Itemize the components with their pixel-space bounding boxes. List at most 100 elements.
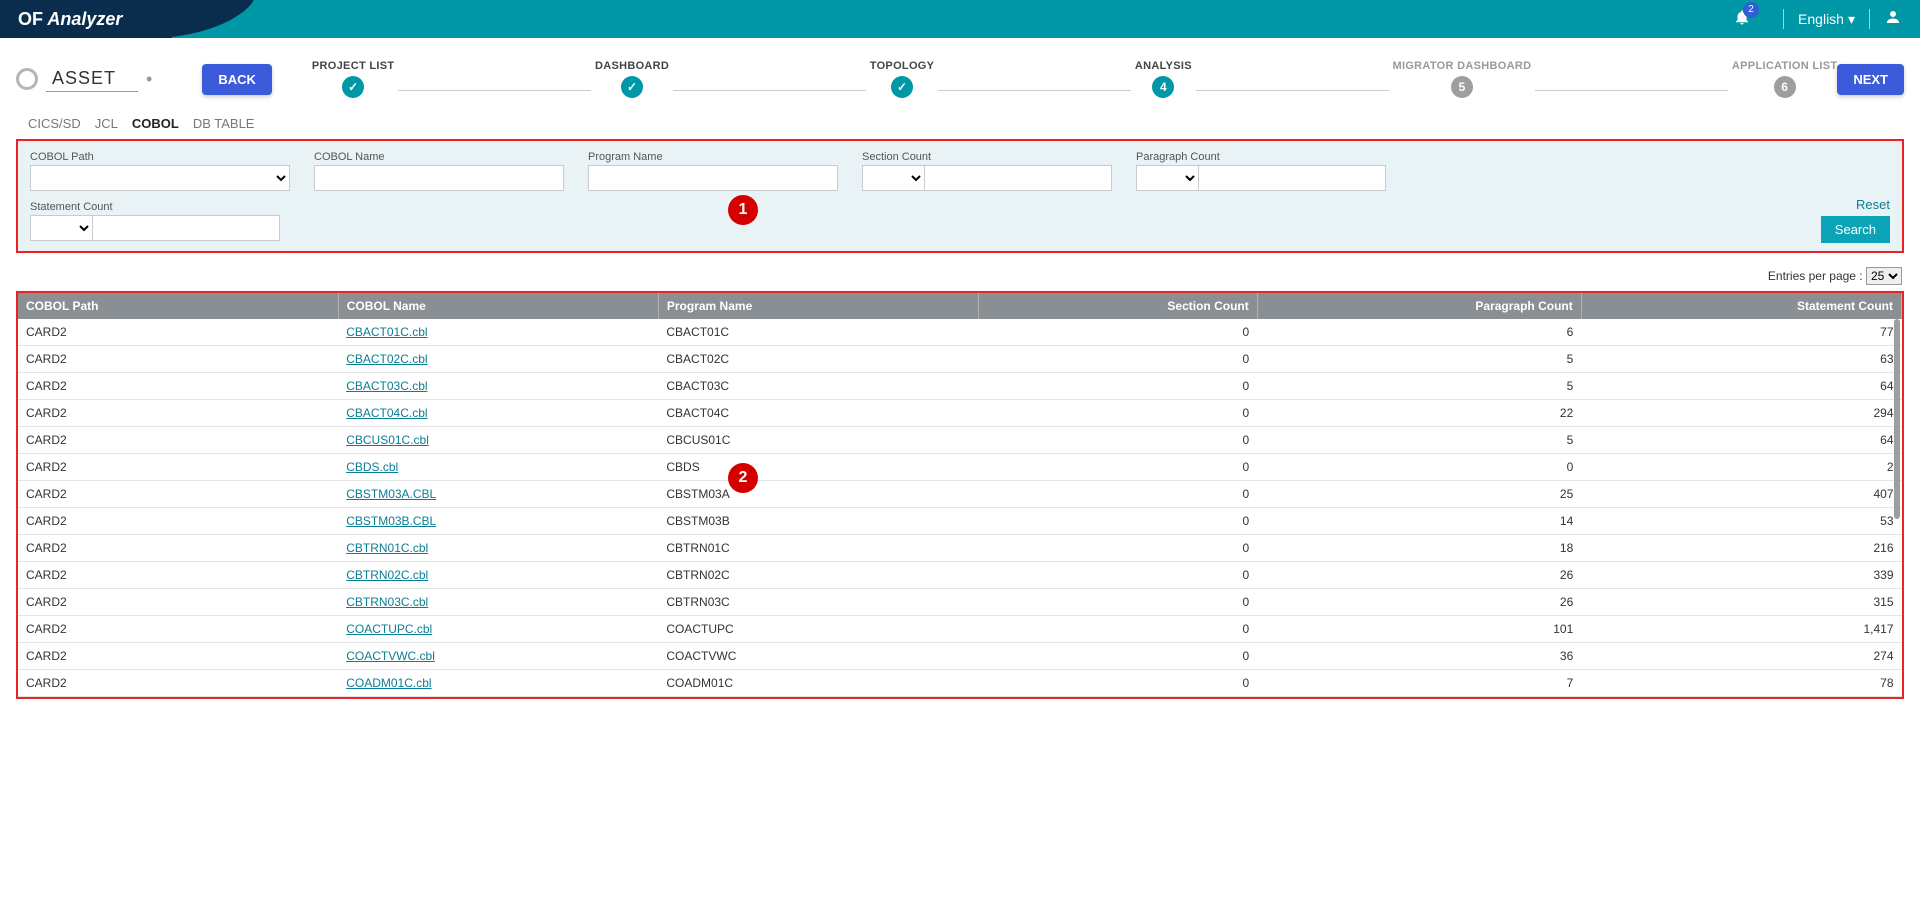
language-dropdown[interactable]: English ▾	[1798, 11, 1855, 28]
cell: CBTRN01C.cbl	[338, 535, 658, 562]
brand-analyzer: Analyzer	[47, 9, 122, 29]
cobol-name-link[interactable]: CBACT04C.cbl	[346, 406, 427, 420]
section-count-label: Section Count	[862, 151, 1112, 163]
step-analysis[interactable]: ANALYSIS4	[1135, 60, 1192, 98]
cobol-name-link[interactable]: CBACT03C.cbl	[346, 379, 427, 393]
table-row: CARD2CBDS.cblCBDS002	[18, 454, 1902, 481]
cell: CBACT01C.cbl	[338, 319, 658, 346]
subtab-db-table[interactable]: DB TABLE	[193, 116, 255, 131]
check-icon: ✓	[891, 76, 913, 98]
cobol-name-link[interactable]: COACTVWC.cbl	[346, 649, 435, 663]
cobol-name-link[interactable]: COADM01C.cbl	[346, 676, 431, 690]
cell: 0	[979, 616, 1258, 643]
cobol-name-link[interactable]: CBDS.cbl	[346, 460, 398, 474]
cell: 18	[1257, 535, 1581, 562]
cobol-name-input[interactable]	[314, 165, 564, 191]
cell: 339	[1581, 562, 1901, 589]
check-icon: ✓	[621, 76, 643, 98]
cell: 2	[1581, 454, 1901, 481]
cobol-name-link[interactable]: CBSTM03A.CBL	[346, 487, 436, 501]
col-cobol-path[interactable]: COBOL Path	[18, 293, 338, 319]
subtab-jcl[interactable]: JCL	[95, 116, 118, 131]
filter-panel: COBOL Path COBOL Name Program Name Secti…	[16, 139, 1904, 253]
cell: 36	[1257, 643, 1581, 670]
cell: CARD2	[18, 643, 338, 670]
cell: COADM01C	[658, 670, 978, 697]
col-program-name[interactable]: Program Name	[658, 293, 978, 319]
section-count-input[interactable]	[924, 165, 1112, 191]
cell: CBACT02C.cbl	[338, 346, 658, 373]
col-cobol-name[interactable]: COBOL Name	[338, 293, 658, 319]
statement-count-input[interactable]	[92, 215, 280, 241]
cell: CBACT03C	[658, 373, 978, 400]
paragraph-count-input[interactable]	[1198, 165, 1386, 191]
step-migrator-dashboard[interactable]: MIGRATOR DASHBOARD5	[1393, 60, 1532, 98]
cobol-name-link[interactable]: COACTUPC.cbl	[346, 622, 432, 636]
cell: 294	[1581, 400, 1901, 427]
back-button[interactable]: BACK	[202, 64, 272, 95]
statement-count-op[interactable]	[30, 215, 92, 241]
cell: 0	[979, 481, 1258, 508]
next-button[interactable]: NEXT	[1837, 64, 1904, 95]
cell: 0	[979, 319, 1258, 346]
cell: 5	[1257, 346, 1581, 373]
cell: 0	[979, 373, 1258, 400]
program-name-input[interactable]	[588, 165, 838, 191]
step-label: MIGRATOR DASHBOARD	[1393, 60, 1532, 72]
col-section-count[interactable]: Section Count	[979, 293, 1258, 319]
cobol-name-link[interactable]: CBTRN03C.cbl	[346, 595, 428, 609]
reset-link[interactable]: Reset	[1821, 197, 1890, 212]
cobol-name-link[interactable]: CBACT02C.cbl	[346, 352, 427, 366]
step-dashboard[interactable]: DASHBOARD ✓	[595, 60, 669, 98]
brand-logo: OF Analyzer	[0, 0, 172, 38]
cell: 6	[1257, 319, 1581, 346]
step-label: TOPOLOGY	[870, 60, 935, 72]
caret-down-icon: ▾	[1848, 11, 1855, 28]
cell: 64	[1581, 427, 1901, 454]
table-row: CARD2CBACT02C.cblCBACT02C0563	[18, 346, 1902, 373]
subtab-cics-sd[interactable]: CICS/SD	[28, 116, 81, 131]
cobol-name-link[interactable]: CBSTM03B.CBL	[346, 514, 436, 528]
col-paragraph-count[interactable]: Paragraph Count	[1257, 293, 1581, 319]
cell: 0	[979, 535, 1258, 562]
cell: CBACT01C	[658, 319, 978, 346]
notification-bell[interactable]: 2	[1733, 8, 1751, 31]
cobol-name-link[interactable]: CBTRN02C.cbl	[346, 568, 428, 582]
cell: CARD2	[18, 481, 338, 508]
step-connector	[673, 90, 866, 91]
step-topology[interactable]: TOPOLOGY ✓	[870, 60, 935, 98]
step-label: DASHBOARD	[595, 60, 669, 72]
cell: 0	[979, 643, 1258, 670]
statement-count-label: Statement Count	[30, 201, 280, 213]
cobol-path-select[interactable]	[30, 165, 290, 191]
brand-of: OF	[18, 9, 43, 29]
cobol-name-link[interactable]: CBCUS01C.cbl	[346, 433, 429, 447]
cell: COACTUPC.cbl	[338, 616, 658, 643]
step-application-list[interactable]: APPLICATION LIST6	[1732, 60, 1837, 98]
cobol-name-link[interactable]: CBTRN01C.cbl	[346, 541, 428, 555]
step-connector	[1196, 90, 1389, 91]
table-row: CARD2COADM01C.cblCOADM01C0778	[18, 670, 1902, 697]
cell: CBSTM03B.CBL	[338, 508, 658, 535]
search-button[interactable]: Search	[1821, 216, 1890, 243]
paragraph-count-op[interactable]	[1136, 165, 1198, 191]
cell: 0	[979, 400, 1258, 427]
cell: CBTRN02C	[658, 562, 978, 589]
scrollbar[interactable]	[1894, 319, 1900, 519]
col-statement-count[interactable]: Statement Count	[1581, 293, 1901, 319]
epp-select[interactable]: 25	[1866, 267, 1902, 285]
step-project-list[interactable]: PROJECT LIST✓	[312, 60, 394, 98]
section-count-op[interactable]	[862, 165, 924, 191]
cobol-name-link[interactable]: CBACT01C.cbl	[346, 325, 427, 339]
cell: 0	[979, 670, 1258, 697]
user-icon[interactable]	[1884, 8, 1902, 31]
entries-per-page: Entries per page : 25	[0, 267, 1920, 291]
cell: CARD2	[18, 535, 338, 562]
cell: CARD2	[18, 508, 338, 535]
table-row: CARD2CBTRN03C.cblCBTRN03C026315	[18, 589, 1902, 616]
cell: 78	[1581, 670, 1901, 697]
separator	[1869, 9, 1870, 29]
check-icon: ✓	[342, 76, 364, 98]
callout-2: 2	[728, 463, 758, 493]
subtab-cobol[interactable]: COBOL	[132, 116, 179, 131]
